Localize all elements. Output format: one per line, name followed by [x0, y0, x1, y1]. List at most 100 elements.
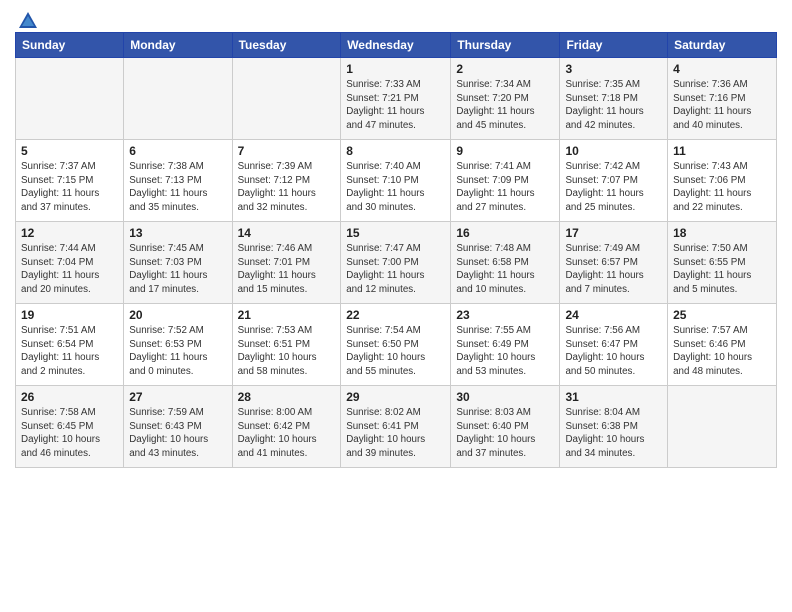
calendar-cell: 12Sunrise: 7:44 AM Sunset: 7:04 PM Dayli…	[16, 222, 124, 304]
day-number: 25	[673, 308, 771, 322]
calendar-cell: 30 Sunrise: 8:03 AM Sunset: 6:40 PM Dayli…	[451, 386, 560, 468]
day-info: Sunrise: 7:35 AM Sunset: 7:18 PM Dayligh…	[565, 78, 662, 133]
day-number: 26	[21, 390, 118, 404]
weekday-header-tuesday: Tuesday	[232, 33, 341, 58]
calendar-week-5: 26 Sunrise: 7:58 AM Sunset: 6:45 PM Dayli…	[16, 386, 777, 468]
calendar-cell: 23 Sunrise: 7:55 AM Sunset: 6:49 PM Dayli…	[451, 304, 560, 386]
calendar-cell	[232, 58, 341, 140]
calendar-cell: 5 Sunrise: 7:37 AM Sunset: 7:15 PM Daylig…	[16, 140, 124, 222]
calendar-cell: 9Sunrise: 7:41 AM Sunset: 7:09 PM Daylig…	[451, 140, 560, 222]
day-number: 6	[129, 144, 226, 158]
day-info: Sunrise: 7:40 AM Sunset: 7:10 PM Dayligh…	[346, 160, 445, 215]
day-info: Sunrise: 8:00 AM Sunset: 6:42 PM Dayligh…	[238, 406, 336, 461]
day-number: 20	[129, 308, 226, 322]
calendar-cell: 15 Sunrise: 7:47 AM Sunset: 7:00 PM Dayli…	[341, 222, 451, 304]
logo-icon	[17, 10, 39, 32]
calendar-cell: 14 Sunrise: 7:46 AM Sunset: 7:01 PM Dayli…	[232, 222, 341, 304]
calendar-cell: 4 Sunrise: 7:36 AM Sunset: 7:16 PM Daylig…	[668, 58, 777, 140]
calendar-week-2: 5 Sunrise: 7:37 AM Sunset: 7:15 PM Daylig…	[16, 140, 777, 222]
day-info: Sunrise: 7:46 AM Sunset: 7:01 PM Dayligh…	[238, 242, 336, 297]
day-number: 10	[565, 144, 662, 158]
calendar-cell: 22 Sunrise: 7:54 AM Sunset: 6:50 PM Dayli…	[341, 304, 451, 386]
calendar-cell	[16, 58, 124, 140]
calendar-cell: 28 Sunrise: 8:00 AM Sunset: 6:42 PM Dayli…	[232, 386, 341, 468]
calendar-cell: 25Sunrise: 7:57 AM Sunset: 6:46 PM Dayli…	[668, 304, 777, 386]
calendar-cell: 24Sunrise: 7:56 AM Sunset: 6:47 PM Dayli…	[560, 304, 668, 386]
day-info: Sunrise: 7:42 AM Sunset: 7:07 PM Dayligh…	[565, 160, 662, 215]
page-container: SundayMondayTuesdayWednesdayThursdayFrid…	[0, 0, 792, 478]
weekday-header-saturday: Saturday	[668, 33, 777, 58]
day-number: 16	[456, 226, 554, 240]
day-number: 3	[565, 62, 662, 76]
calendar-cell: 16 Sunrise: 7:48 AM Sunset: 6:58 PM Dayli…	[451, 222, 560, 304]
calendar-header-row: SundayMondayTuesdayWednesdayThursdayFrid…	[16, 33, 777, 58]
calendar-cell: 20 Sunrise: 7:52 AM Sunset: 6:53 PM Dayli…	[124, 304, 232, 386]
day-info: Sunrise: 7:36 AM Sunset: 7:16 PM Dayligh…	[673, 78, 771, 133]
day-number: 5	[21, 144, 118, 158]
calendar-cell: 2 Sunrise: 7:34 AM Sunset: 7:20 PM Daylig…	[451, 58, 560, 140]
day-number: 1	[346, 62, 445, 76]
weekday-header-sunday: Sunday	[16, 33, 124, 58]
calendar-cell: 17 Sunrise: 7:49 AM Sunset: 6:57 PM Dayli…	[560, 222, 668, 304]
calendar-week-1: 1 Sunrise: 7:33 AM Sunset: 7:21 PM Daylig…	[16, 58, 777, 140]
calendar-cell: 1 Sunrise: 7:33 AM Sunset: 7:21 PM Daylig…	[341, 58, 451, 140]
day-number: 8	[346, 144, 445, 158]
calendar-cell: 26 Sunrise: 7:58 AM Sunset: 6:45 PM Dayli…	[16, 386, 124, 468]
calendar-table: SundayMondayTuesdayWednesdayThursdayFrid…	[15, 32, 777, 468]
day-info: Sunrise: 7:33 AM Sunset: 7:21 PM Dayligh…	[346, 78, 445, 133]
day-info: Sunrise: 7:37 AM Sunset: 7:15 PM Dayligh…	[21, 160, 118, 215]
day-info: Sunrise: 7:55 AM Sunset: 6:49 PM Dayligh…	[456, 324, 554, 379]
day-number: 28	[238, 390, 336, 404]
day-number: 13	[129, 226, 226, 240]
day-number: 23	[456, 308, 554, 322]
calendar-cell: 21 Sunrise: 7:53 AM Sunset: 6:51 PM Dayli…	[232, 304, 341, 386]
weekday-header-wednesday: Wednesday	[341, 33, 451, 58]
day-info: Sunrise: 7:49 AM Sunset: 6:57 PM Dayligh…	[565, 242, 662, 297]
day-info: Sunrise: 7:53 AM Sunset: 6:51 PM Dayligh…	[238, 324, 336, 379]
day-number: 7	[238, 144, 336, 158]
calendar-cell	[668, 386, 777, 468]
day-info: Sunrise: 7:51 AM Sunset: 6:54 PM Dayligh…	[21, 324, 118, 379]
day-number: 2	[456, 62, 554, 76]
day-number: 11	[673, 144, 771, 158]
day-number: 17	[565, 226, 662, 240]
logo	[15, 10, 39, 28]
day-number: 29	[346, 390, 445, 404]
calendar-cell: 19Sunrise: 7:51 AM Sunset: 6:54 PM Dayli…	[16, 304, 124, 386]
day-info: Sunrise: 7:59 AM Sunset: 6:43 PM Dayligh…	[129, 406, 226, 461]
weekday-header-monday: Monday	[124, 33, 232, 58]
weekday-header-thursday: Thursday	[451, 33, 560, 58]
calendar-cell: 13Sunrise: 7:45 AM Sunset: 7:03 PM Dayli…	[124, 222, 232, 304]
calendar-cell: 3 Sunrise: 7:35 AM Sunset: 7:18 PM Daylig…	[560, 58, 668, 140]
day-info: Sunrise: 7:48 AM Sunset: 6:58 PM Dayligh…	[456, 242, 554, 297]
day-info: Sunrise: 7:58 AM Sunset: 6:45 PM Dayligh…	[21, 406, 118, 461]
day-info: Sunrise: 7:38 AM Sunset: 7:13 PM Dayligh…	[129, 160, 226, 215]
calendar-cell: 27Sunrise: 7:59 AM Sunset: 6:43 PM Dayli…	[124, 386, 232, 468]
day-number: 22	[346, 308, 445, 322]
calendar-cell: 18Sunrise: 7:50 AM Sunset: 6:55 PM Dayli…	[668, 222, 777, 304]
day-info: Sunrise: 8:02 AM Sunset: 6:41 PM Dayligh…	[346, 406, 445, 461]
day-info: Sunrise: 7:39 AM Sunset: 7:12 PM Dayligh…	[238, 160, 336, 215]
day-info: Sunrise: 7:54 AM Sunset: 6:50 PM Dayligh…	[346, 324, 445, 379]
day-number: 24	[565, 308, 662, 322]
day-number: 15	[346, 226, 445, 240]
day-number: 21	[238, 308, 336, 322]
calendar-cell: 6 Sunrise: 7:38 AM Sunset: 7:13 PM Daylig…	[124, 140, 232, 222]
calendar-week-4: 19Sunrise: 7:51 AM Sunset: 6:54 PM Dayli…	[16, 304, 777, 386]
day-number: 4	[673, 62, 771, 76]
day-number: 30	[456, 390, 554, 404]
day-info: Sunrise: 7:52 AM Sunset: 6:53 PM Dayligh…	[129, 324, 226, 379]
calendar-week-3: 12Sunrise: 7:44 AM Sunset: 7:04 PM Dayli…	[16, 222, 777, 304]
calendar-cell: 8 Sunrise: 7:40 AM Sunset: 7:10 PM Daylig…	[341, 140, 451, 222]
day-number: 18	[673, 226, 771, 240]
calendar-cell: 11Sunrise: 7:43 AM Sunset: 7:06 PM Dayli…	[668, 140, 777, 222]
day-info: Sunrise: 7:41 AM Sunset: 7:09 PM Dayligh…	[456, 160, 554, 215]
day-number: 31	[565, 390, 662, 404]
weekday-header-friday: Friday	[560, 33, 668, 58]
day-number: 14	[238, 226, 336, 240]
day-info: Sunrise: 8:03 AM Sunset: 6:40 PM Dayligh…	[456, 406, 554, 461]
day-info: Sunrise: 7:47 AM Sunset: 7:00 PM Dayligh…	[346, 242, 445, 297]
day-info: Sunrise: 8:04 AM Sunset: 6:38 PM Dayligh…	[565, 406, 662, 461]
calendar-cell: 10 Sunrise: 7:42 AM Sunset: 7:07 PM Dayli…	[560, 140, 668, 222]
day-info: Sunrise: 7:34 AM Sunset: 7:20 PM Dayligh…	[456, 78, 554, 133]
